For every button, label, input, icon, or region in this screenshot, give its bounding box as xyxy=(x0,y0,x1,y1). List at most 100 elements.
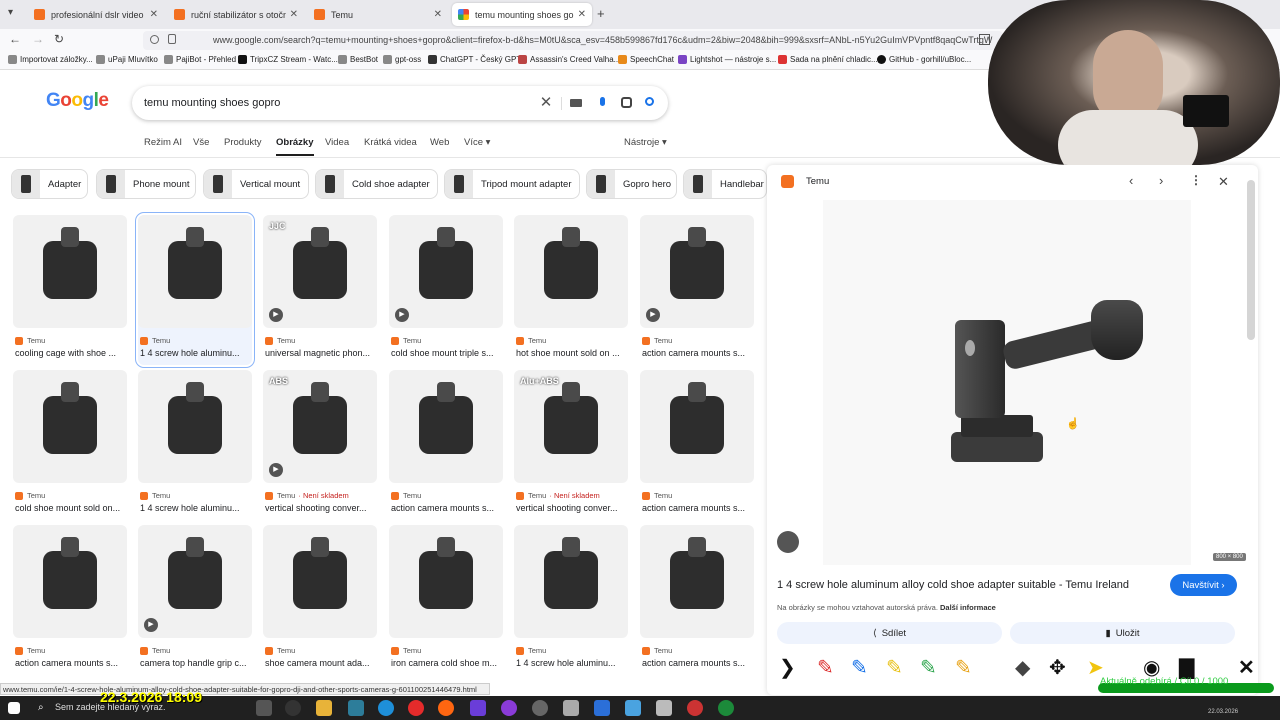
result-thumbnail[interactable] xyxy=(389,525,503,638)
tab-all[interactable]: Vše xyxy=(193,137,209,148)
result-card[interactable]: Temu cooling cage with shoe ... xyxy=(13,215,127,365)
close-tab-icon[interactable]: ✕ xyxy=(150,9,158,20)
share-button[interactable]: ⟨ Sdílet xyxy=(777,622,1002,644)
panel-site-name[interactable]: Temu xyxy=(806,176,829,187)
tab-videos[interactable]: Videa xyxy=(325,137,349,148)
result-thumbnail[interactable]: ABS ▶ xyxy=(263,370,377,483)
result-card[interactable]: JJC ▶ Temu universal magnetic phon... xyxy=(263,215,377,365)
camera-lens-icon[interactable] xyxy=(619,96,633,110)
result-card[interactable]: ▶ Temu cold shoe mount triple s... xyxy=(389,215,503,365)
result-thumbnail[interactable]: Alu+ABS xyxy=(514,370,628,483)
result-title[interactable]: cooling cage with shoe ... xyxy=(15,348,129,358)
result-thumbnail[interactable]: ▶ xyxy=(138,525,252,638)
result-card[interactable]: Temu iron camera cold shoe m... xyxy=(389,525,503,675)
result-thumbnail[interactable] xyxy=(13,215,127,328)
bookmark-item[interactable]: GitHub - gorhill/uBloc... xyxy=(877,55,971,64)
tab-products[interactable]: Produkty xyxy=(224,137,262,148)
edge-icon[interactable] xyxy=(378,700,394,716)
tab-3[interactable]: Temu ✕ xyxy=(308,3,448,26)
search-input[interactable]: temu mounting shoes gopro xyxy=(132,86,668,120)
app-icon[interactable] xyxy=(470,700,486,716)
tab-short-videos[interactable]: Krátká videa xyxy=(364,137,417,148)
result-title[interactable]: 1 4 screw hole aluminu... xyxy=(140,503,254,513)
url-bar[interactable]: www.google.com/search?q=temu+mounting+sh… xyxy=(143,31,1003,50)
result-title[interactable]: shoe camera mount ada... xyxy=(265,658,379,668)
result-card[interactable]: ABS ▶ Temu · Není skladem vertical shooting … xyxy=(263,370,377,520)
chip-phone-mount[interactable]: Phone mount xyxy=(96,169,196,199)
tab-1[interactable]: profesionální dslr video rig cage ✕ xyxy=(28,3,164,26)
bookmark-item[interactable]: SpeechChat xyxy=(618,55,674,64)
result-thumbnail[interactable]: JJC ▶ xyxy=(263,215,377,328)
clear-search-icon[interactable]: ✕ xyxy=(539,95,553,110)
pen-blue-icon[interactable]: ✎ xyxy=(851,654,868,682)
close-tab-icon[interactable]: ✕ xyxy=(578,9,586,20)
taskbar-search-icon[interactable]: ⌕ xyxy=(38,702,44,713)
result-card[interactable]: Temu action camera mounts s... xyxy=(389,370,503,520)
app-icon[interactable] xyxy=(348,700,364,716)
result-card[interactable]: ▶ Temu action camera mounts s... xyxy=(640,215,754,365)
previous-image-icon[interactable]: ‹ xyxy=(1129,173,1133,188)
result-thumbnail[interactable] xyxy=(138,370,252,483)
shield-icon[interactable] xyxy=(150,35,159,44)
opera-icon[interactable] xyxy=(408,700,424,716)
lens-search-icon[interactable] xyxy=(777,531,799,553)
reader-view-icon[interactable] xyxy=(979,34,990,45)
close-tab-icon[interactable]: ✕ xyxy=(290,9,298,20)
keyboard-icon[interactable] xyxy=(570,96,584,110)
app-icon[interactable] xyxy=(563,700,579,716)
eraser-icon[interactable]: ◆ xyxy=(1015,654,1030,682)
tools-button[interactable]: Nástroje ▾ xyxy=(624,137,667,148)
result-card[interactable]: Temu action camera mounts s... xyxy=(640,370,754,520)
panel-image-title[interactable]: 1 4 screw hole aluminum alloy cold shoe … xyxy=(777,579,1129,591)
result-card[interactable]: Alu+ABS Temu · Není skladem vertical shooti… xyxy=(514,370,628,520)
bookmark-item[interactable]: ChatGPT - Český GPT xyxy=(428,55,521,64)
bookmark-item[interactable]: TripxCZ Stream - Watc... xyxy=(238,55,338,64)
result-card[interactable]: ▶ Temu camera top handle grip c... xyxy=(138,525,252,675)
result-title[interactable]: iron camera cold shoe m... xyxy=(391,658,505,668)
tab-list-icon[interactable]: ▾ xyxy=(8,7,13,18)
result-card[interactable]: Temu 1 4 screw hole aluminu... xyxy=(135,212,255,368)
bookmark-item[interactable]: BestBot xyxy=(338,55,378,64)
highlighter-icon[interactable]: ✎ xyxy=(955,654,972,682)
tab-4-active[interactable]: temu mounting shoes gopro - Hl ✕ xyxy=(452,3,592,26)
next-image-icon[interactable]: › xyxy=(1159,173,1163,188)
page-scrollbar[interactable] xyxy=(1247,180,1255,340)
google-logo[interactable]: Google xyxy=(46,90,109,112)
bookmark-item[interactable]: Lightshot — nástroje s... xyxy=(678,55,776,64)
result-card[interactable]: Temu 1 4 screw hole aluminu... xyxy=(514,525,628,675)
result-title[interactable]: cold shoe mount sold on... xyxy=(15,503,129,513)
tab-ai-mode[interactable]: Režim AI xyxy=(144,137,182,148)
result-title[interactable]: action camera mounts s... xyxy=(15,658,129,668)
app-icon[interactable] xyxy=(594,700,610,716)
preview-image[interactable] xyxy=(823,200,1191,565)
result-thumbnail[interactable] xyxy=(640,525,754,638)
windows-start-icon[interactable] xyxy=(8,702,20,714)
save-button[interactable]: ▮ Uložit xyxy=(1010,622,1235,644)
bookmark-item[interactable]: Importovat záložky... xyxy=(8,55,93,64)
chip-tripod-mount-adapter[interactable]: Tripod mount adapter xyxy=(444,169,580,199)
result-thumbnail[interactable]: ▶ xyxy=(640,215,754,328)
result-title[interactable]: cold shoe mount triple s... xyxy=(391,348,505,358)
bookmark-item[interactable]: Sada na plnění chladic... xyxy=(778,55,878,64)
pen-red-icon[interactable]: ✎ xyxy=(817,654,834,682)
result-card[interactable]: Temu action camera mounts s... xyxy=(640,525,754,675)
move-icon[interactable]: ✥ xyxy=(1049,654,1066,682)
result-title[interactable]: action camera mounts s... xyxy=(642,658,756,668)
bookmark-item[interactable]: PajiBot - Přehled xyxy=(164,55,236,64)
more-info-link[interactable]: Další informace xyxy=(940,603,996,612)
tab-2[interactable]: ruční stabilizátor s otočným gim ✕ xyxy=(168,3,304,26)
tab-images[interactable]: Obrázky xyxy=(276,137,314,156)
chevron-right-icon[interactable]: ❯ xyxy=(779,654,796,682)
firefox-icon[interactable] xyxy=(438,700,454,716)
chip-cold-shoe-adapter[interactable]: Cold shoe adapter xyxy=(315,169,438,199)
visit-button[interactable]: Navštívit › xyxy=(1170,574,1237,596)
result-title[interactable]: 1 4 screw hole aluminu... xyxy=(140,348,254,358)
result-card[interactable]: Temu hot shoe mount sold on ... xyxy=(514,215,628,365)
result-title[interactable]: vertical shooting conver... xyxy=(516,503,630,513)
result-title[interactable]: action camera mounts s... xyxy=(642,503,756,513)
chip-adapter[interactable]: Adapter xyxy=(11,169,88,199)
result-thumbnail[interactable] xyxy=(263,525,377,638)
app-icon[interactable] xyxy=(532,700,548,716)
tab-more[interactable]: Více ▾ xyxy=(464,137,490,148)
chip-gopro-hero[interactable]: Gopro hero xyxy=(586,169,677,199)
